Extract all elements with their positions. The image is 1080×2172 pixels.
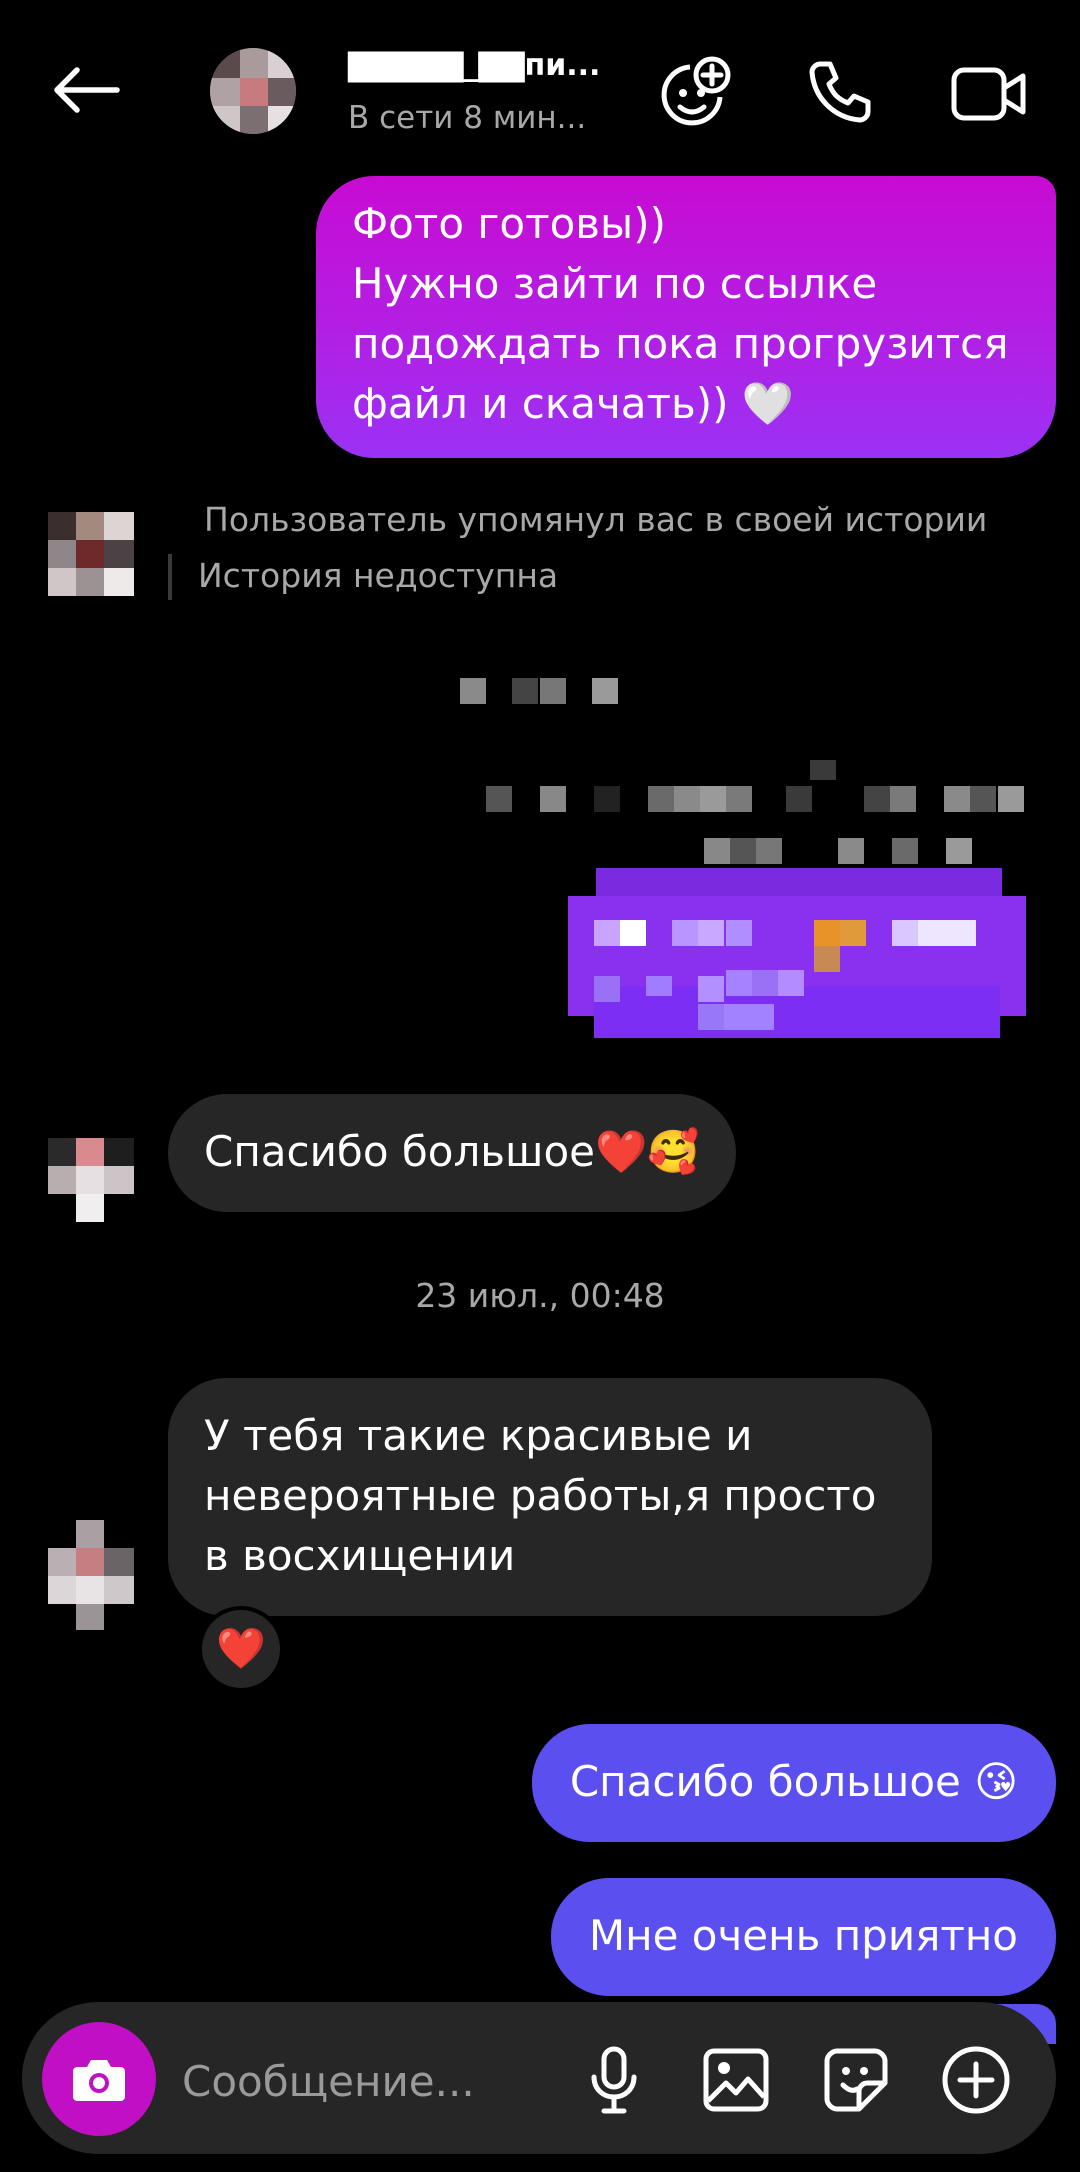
message-line: файл и скачать)) 🤍 bbox=[352, 379, 795, 428]
call-button[interactable] bbox=[800, 52, 880, 132]
story-unavailable-text: История недоступна bbox=[198, 556, 559, 595]
message-reaction[interactable]: ❤️ bbox=[198, 1606, 284, 1692]
message-timestamp: 23 июл., 00:48 bbox=[415, 1276, 665, 1315]
sender-avatar[interactable] bbox=[48, 1520, 134, 1630]
incoming-message-bubble[interactable]: У тебя такие красивые и невероятные рабо… bbox=[168, 1378, 932, 1616]
video-call-button[interactable] bbox=[944, 54, 1034, 134]
story-divider bbox=[168, 554, 172, 600]
message-line: в восхищении bbox=[204, 1531, 516, 1580]
message-input[interactable] bbox=[180, 2040, 544, 2122]
message-text: Спасибо большое 😘 bbox=[569, 1757, 1018, 1806]
sender-avatar[interactable] bbox=[48, 512, 134, 596]
contact-avatar[interactable] bbox=[210, 48, 296, 134]
contact-status: В сети 8 мин... bbox=[348, 100, 587, 136]
back-button[interactable] bbox=[30, 50, 140, 130]
camera-button[interactable] bbox=[42, 2022, 156, 2136]
outgoing-message-bubble[interactable]: Спасибо большое 😘 bbox=[531, 1724, 1056, 1842]
camera-icon bbox=[73, 2060, 125, 2101]
effects-button[interactable] bbox=[652, 52, 738, 132]
message-text: Спасибо большое❤️🥰 bbox=[204, 1127, 700, 1176]
more-options-button[interactable] bbox=[934, 2038, 1018, 2122]
sender-avatar[interactable] bbox=[48, 1138, 134, 1222]
outgoing-message-bubble[interactable]: Мне очень приятно bbox=[550, 1878, 1056, 1996]
image-icon bbox=[703, 2048, 769, 2112]
message-line: подождать пока прогрузится bbox=[352, 319, 1009, 368]
video-camera-icon bbox=[951, 67, 1026, 121]
phone-icon bbox=[809, 61, 871, 123]
message-line: У тебя такие красивые и bbox=[204, 1411, 753, 1460]
heart-icon: ❤️ bbox=[216, 1626, 266, 1672]
sticker-icon bbox=[824, 2048, 888, 2112]
redacted-content bbox=[440, 670, 1080, 1090]
message-line: Фото готовы)) bbox=[352, 199, 666, 248]
incoming-message-bubble[interactable]: Спасибо большое❤️🥰 bbox=[168, 1094, 736, 1212]
chat-header: ▇▇▇▇▇_▇▇пи... В сети 8 мин... bbox=[0, 0, 1080, 180]
gallery-button[interactable] bbox=[694, 2040, 778, 2120]
face-plus-icon bbox=[661, 56, 731, 126]
plus-circle-icon bbox=[942, 2046, 1010, 2114]
outgoing-message-bubble[interactable]: Фото готовы)) Нужно зайти по ссылке подо… bbox=[316, 176, 1056, 458]
message-line: невероятные работы,я просто bbox=[204, 1471, 877, 1520]
story-mention-text: Пользователь упомянул вас в своей истори… bbox=[204, 500, 988, 539]
arrow-left-icon bbox=[54, 67, 120, 113]
contact-name[interactable]: ▇▇▇▇▇_▇▇пи... bbox=[348, 48, 600, 83]
microphone-icon bbox=[591, 2046, 637, 2114]
message-line: Нужно зайти по ссылке bbox=[352, 259, 878, 308]
message-text: Мне очень приятно bbox=[588, 1911, 1018, 1960]
sticker-button[interactable] bbox=[816, 2040, 896, 2120]
voice-message-button[interactable] bbox=[576, 2040, 652, 2120]
